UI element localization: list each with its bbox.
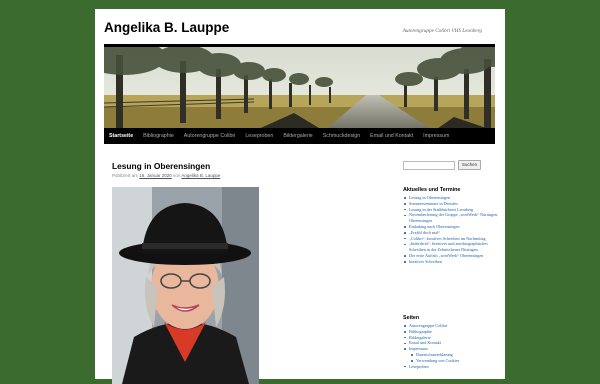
post-author-link[interactable]: Angelika B. Lauppe [181,173,220,178]
nav-item-email-und-kontakt[interactable]: Email und Kontakt [365,128,418,144]
pages-title: Seiten [403,315,420,321]
nav-item-startseite[interactable]: Startseite [104,128,138,144]
recent-post-item[interactable]: „Inderdicht“, kreatives und autobiograph… [403,241,499,253]
site-description: Autorengruppe Colibri VHS Leonberg [402,28,482,34]
post-title[interactable]: Lesung in Oberensingen [112,161,210,171]
main-navigation: Startseite Bibliographie Autorengruppe C… [104,128,495,144]
page-item-leseproben[interactable]: Leseproben [403,364,499,370]
recent-posts-title: Aktuelles und Termine [403,187,461,193]
recent-post-item[interactable]: Novemberlesung der Gruppe „wortWerk“ Nür… [403,212,499,224]
page-container: Angelika B. Lauppe Autorengruppe Colibri… [95,9,505,384]
post-meta-prefix: Publiziert am [112,173,139,178]
site-title[interactable]: Angelika B. Lauppe [104,20,229,35]
nav-item-schmuckdesign[interactable]: Schmuckdesign [318,128,365,144]
nav-item-impressum[interactable]: Impressum [418,128,454,144]
author-photo [112,187,259,384]
search-input[interactable] [403,161,455,170]
recent-posts-list: Lesung in Oberensingen Sommerseminare in… [403,195,499,265]
nav-item-bibliographie[interactable]: Bibliographie [138,128,179,144]
pages-list: Autorengruppe Colibri Bibliographie Bild… [403,323,499,369]
post-meta-by: von [173,173,181,178]
recent-post-item[interactable]: kreatives Schreiben [403,259,499,265]
post-meta: Publiziert am 16. Januar 2020 von Angeli… [112,173,220,178]
header-image [104,44,495,131]
post-date-link[interactable]: 16. Januar 2020 [139,173,172,178]
nav-item-leseproben[interactable]: Leseproben [240,128,278,144]
nav-item-autorengruppe-colibri[interactable]: Autorengruppe Colibri [179,128,241,144]
search-button[interactable]: Suchen [458,160,481,170]
nav-item-bildergalerie[interactable]: Bildergalerie [278,128,317,144]
